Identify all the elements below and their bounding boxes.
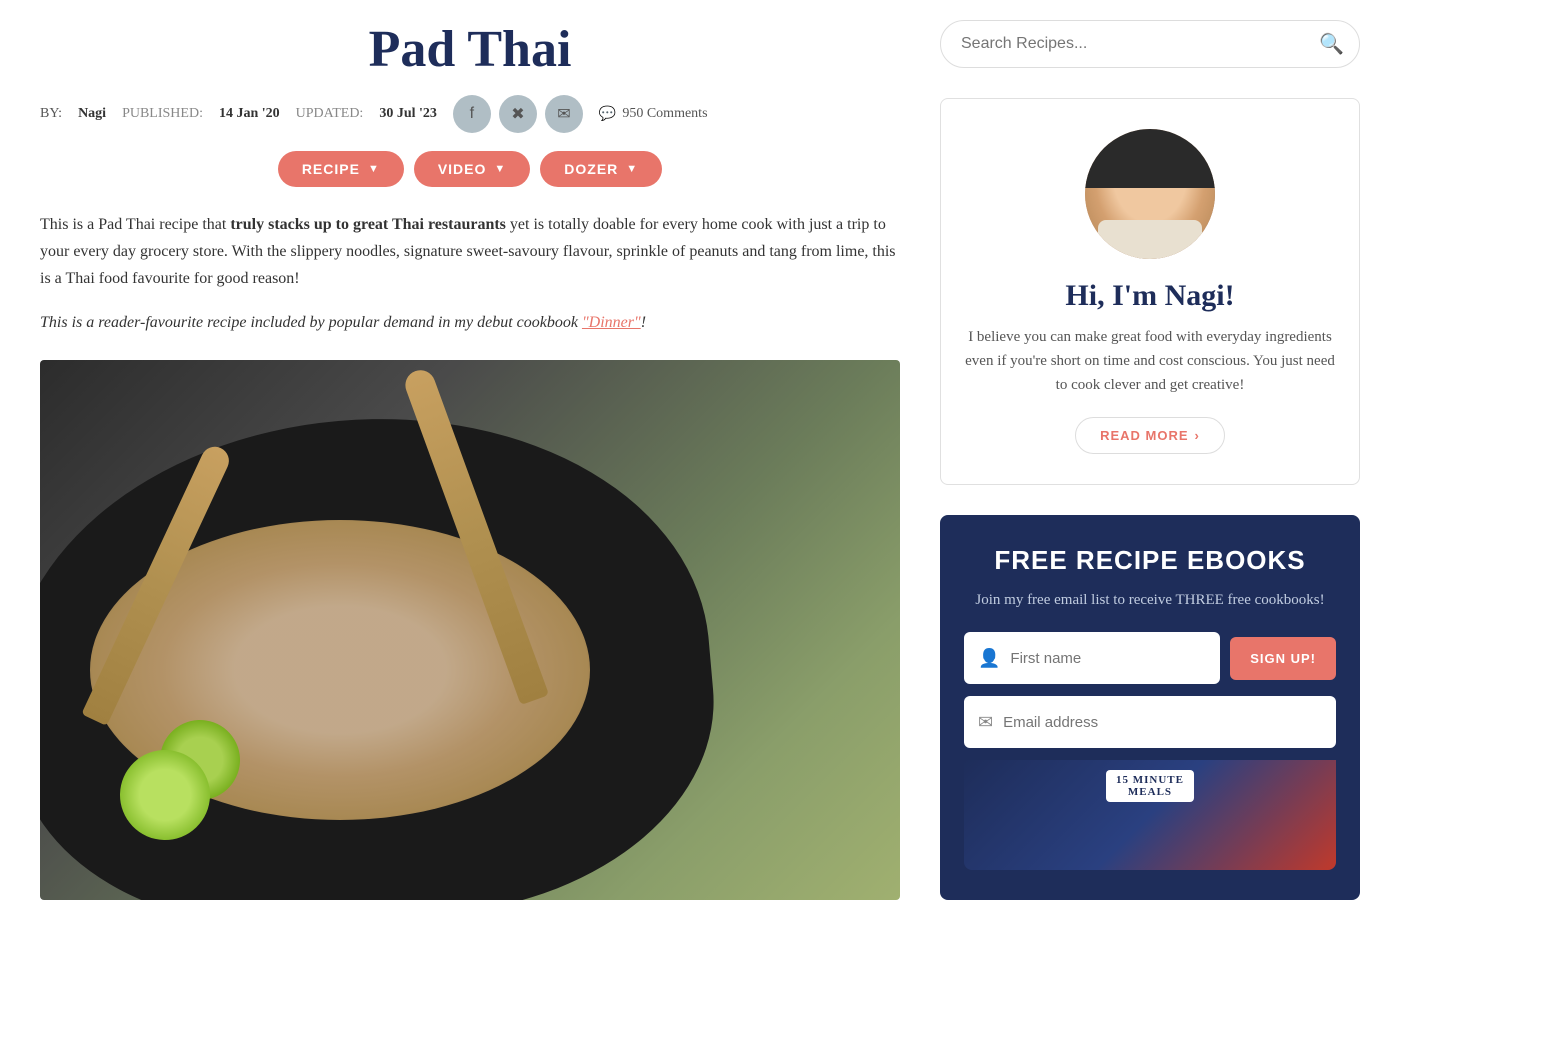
comments-count: 950 Comments [622, 106, 707, 122]
first-name-input[interactable] [1010, 650, 1206, 667]
avatar-hair [1085, 129, 1215, 188]
meta-row: BY: Nagi PUBLISHED: 14 Jan '20 UPDATED: … [40, 95, 900, 133]
reader-fav-before: This is a reader-favourite recipe includ… [40, 314, 582, 331]
published-date: 14 Jan '20 [219, 106, 280, 122]
sidebar: 🔍 Hi, I'm Nagi! I believe you can make g… [940, 20, 1360, 930]
by-label: BY: [40, 106, 62, 122]
search-icon[interactable]: 🔍 [1319, 32, 1344, 57]
recipe-tab-label: RECIPE [302, 161, 360, 177]
author-title: Hi, I'm Nagi! [961, 279, 1339, 313]
recipe-tab-chevron: ▼ [368, 163, 380, 175]
read-more-chevron-icon: › [1195, 428, 1200, 443]
comments-link[interactable]: 💬 950 Comments [599, 106, 708, 123]
email-share-icon[interactable]: ✉ [545, 95, 583, 133]
published-label: PUBLISHED: [122, 106, 203, 122]
intro-text: This is a Pad Thai recipe that truly sta… [40, 211, 900, 293]
author-bio: I believe you can make great food with e… [961, 325, 1339, 397]
social-icons: f ✖ ✉ [453, 95, 583, 133]
author-card: Hi, I'm Nagi! I believe you can make gre… [940, 98, 1360, 485]
avatar [1085, 129, 1215, 259]
book-preview: 15 MINUTE MEALS [964, 760, 1336, 870]
mail-icon: ✉ [978, 712, 993, 733]
video-tab-chevron: ▼ [494, 163, 506, 175]
pinterest-icon[interactable]: ✖ [499, 95, 537, 133]
book-label-line2: MEALS [1116, 786, 1184, 798]
intro-text-before: This is a Pad Thai recipe that [40, 216, 230, 233]
search-box: 🔍 [940, 20, 1360, 68]
person-icon: 👤 [978, 648, 1000, 669]
signup-button[interactable]: SIGN UP! [1230, 637, 1336, 680]
video-tab[interactable]: VIDEO ▼ [414, 151, 530, 187]
recipe-image [40, 360, 900, 900]
book-label: 15 MINUTE MEALS [1106, 770, 1194, 802]
intro-text-bold: truly stacks up to great Thai restaurant… [230, 216, 506, 233]
author-name: Nagi [78, 106, 106, 122]
email-input[interactable] [1003, 714, 1322, 731]
email-card-subtitle: Join my free email list to receive THREE… [964, 588, 1336, 612]
main-content: Pad Thai BY: Nagi PUBLISHED: 14 Jan '20 … [40, 20, 900, 930]
avatar-body [1098, 220, 1202, 259]
video-tab-label: VIDEO [438, 161, 487, 177]
email-signup-card: FREE RECIPE EBOOKS Join my free email li… [940, 515, 1360, 900]
dozer-tab-label: DOZER [564, 161, 618, 177]
read-more-label: READ MORE [1100, 428, 1188, 443]
first-name-input-wrap: 👤 [964, 632, 1220, 684]
comment-bubble-icon: 💬 [599, 106, 616, 123]
tab-row: RECIPE ▼ VIDEO ▼ DOZER ▼ [40, 151, 900, 187]
avatar-face [1085, 129, 1215, 259]
updated-label: UPDATED: [296, 106, 364, 122]
reader-fav-text: This is a reader-favourite recipe includ… [40, 309, 900, 336]
search-input[interactable] [940, 20, 1360, 68]
recipe-title: Pad Thai [40, 20, 900, 79]
facebook-icon[interactable]: f [453, 95, 491, 133]
email-card-title: FREE RECIPE EBOOKS [964, 545, 1336, 576]
reader-fav-after: ! [641, 314, 646, 331]
updated-date: 30 Jul '23 [379, 106, 437, 122]
read-more-button[interactable]: READ MORE › [1075, 417, 1225, 454]
book-label-line1: 15 MINUTE [1116, 774, 1184, 786]
dinner-link[interactable]: "Dinner" [582, 314, 641, 331]
dozer-tab-chevron: ▼ [626, 163, 638, 175]
name-row: 👤 SIGN UP! [964, 632, 1336, 684]
recipe-tab[interactable]: RECIPE ▼ [278, 151, 404, 187]
email-input-wrap: ✉ [964, 696, 1336, 748]
dozer-tab[interactable]: DOZER ▼ [540, 151, 662, 187]
